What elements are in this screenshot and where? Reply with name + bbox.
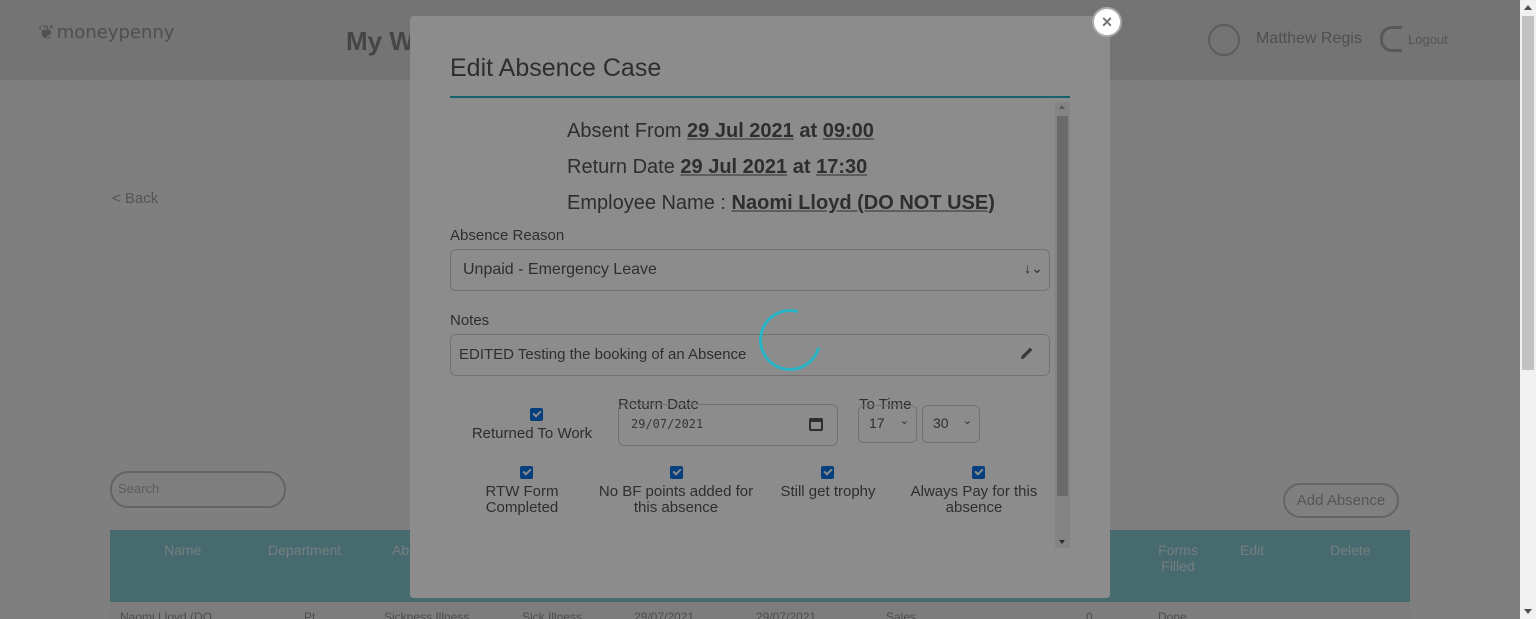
scroll-up-icon[interactable] [1524, 5, 1532, 10]
scrollbar-thumb[interactable] [1522, 16, 1534, 370]
close-button[interactable]: × [1092, 7, 1122, 37]
scroll-down-icon[interactable] [1524, 609, 1532, 614]
page-scrollbar[interactable] [1520, 0, 1536, 619]
loading-dim [410, 16, 1110, 598]
